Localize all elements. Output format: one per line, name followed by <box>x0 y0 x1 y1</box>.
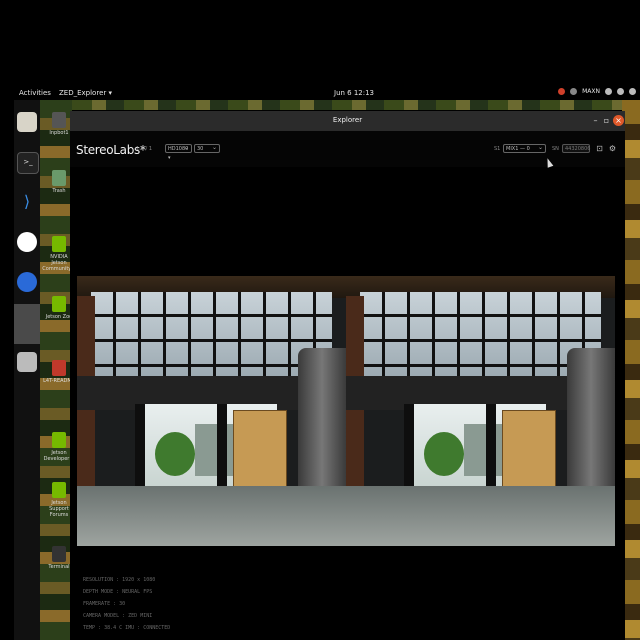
clock[interactable]: Jun 6 12:13 <box>334 89 374 97</box>
power-mode-icon <box>570 88 578 95</box>
maximize-icon[interactable]: ▫ <box>601 115 612 126</box>
nvidia-icon <box>52 432 66 448</box>
battery-icon[interactable] <box>629 88 636 95</box>
info-line: FRAMERATE : 30 <box>83 601 126 607</box>
explorer-toolbar: StereoLabs* 1.5 / 1 HD1080 ▾ 30 S1 MIX1 … <box>70 131 625 167</box>
nvidia-icon <box>52 236 66 252</box>
zed-explorer-dock-icon[interactable] <box>14 304 40 344</box>
info-line: RESOLUTION : 1920 x 1080 <box>83 577 156 583</box>
nvidia-status-icon[interactable] <box>558 88 566 95</box>
volume-icon[interactable] <box>617 88 624 95</box>
activities-button[interactable]: Activities <box>19 89 51 97</box>
serial-number-field[interactable]: 44320806 <box>562 144 590 153</box>
close-icon[interactable]: × <box>613 115 624 126</box>
window-title: Explorer <box>332 116 363 124</box>
dock: >_ ⟩ <box>14 100 40 640</box>
record-icon[interactable]: ⊡ <box>595 144 604 153</box>
nvidia-icon <box>52 296 66 312</box>
info-line: CAMERA MODEL : ZED MINI <box>83 613 153 619</box>
wallpaper-top <box>72 100 640 110</box>
fps-readout: 1.5 / 1 <box>136 146 152 152</box>
nvidia-icon <box>52 482 66 498</box>
power-mode-label[interactable]: MAXN <box>582 88 600 95</box>
settings-gear-icon[interactable]: ⚙ <box>608 144 617 153</box>
camera-select[interactable]: MIX1 — 0 <box>503 143 546 153</box>
right-camera-view[interactable] <box>346 276 615 546</box>
serial-label: SN <box>552 146 559 152</box>
terminal-icon[interactable]: >_ <box>17 152 39 174</box>
system-tray[interactable]: MAXN <box>558 88 636 95</box>
vscode-icon[interactable]: ⟩ <box>17 192 37 212</box>
info-line: TEMP : 38.4 C IMU : CONNECTED <box>83 625 171 631</box>
obs-icon[interactable] <box>17 232 37 252</box>
trash-icon <box>52 170 66 186</box>
resolution-select[interactable]: HD1080 ▾ <box>165 143 192 161</box>
storage-icon[interactable] <box>17 352 37 372</box>
fps-select[interactable]: 30 <box>194 143 220 153</box>
terminal-file-icon <box>52 546 66 562</box>
window-titlebar[interactable]: Explorer – ▫ × <box>70 111 625 131</box>
app-menu[interactable]: ZED_Explorer ▾ <box>59 89 112 97</box>
left-camera-view[interactable] <box>77 276 346 546</box>
minimize-icon[interactable]: – <box>590 115 601 126</box>
info-line: DEPTH MODE : NEURAL FPS <box>83 589 153 595</box>
readme-icon <box>52 360 66 376</box>
camera-label: S1 <box>494 146 501 152</box>
files-icon[interactable] <box>17 112 37 132</box>
folder-icon <box>52 112 66 128</box>
network-icon[interactable] <box>605 88 612 95</box>
chromium-icon[interactable] <box>17 272 37 292</box>
system-top-bar: Activities ZED_Explorer ▾ Jun 6 12:13 MA… <box>0 86 640 100</box>
